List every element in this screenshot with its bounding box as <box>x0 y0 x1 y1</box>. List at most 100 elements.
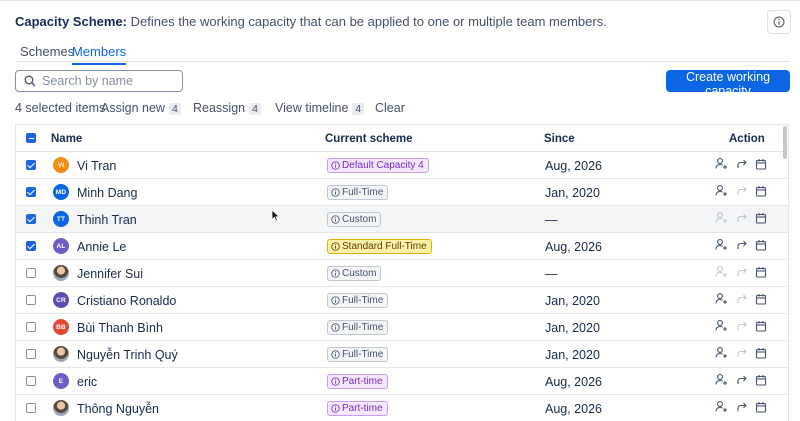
table-row[interactable]: BB Bùi Thanh Bình Full-Time Jan, 2020 <box>16 314 788 341</box>
info-icon <box>331 242 340 251</box>
info-button[interactable] <box>767 10 791 34</box>
reassign-action-button[interactable] <box>735 212 748 226</box>
scrollbar-thumb[interactable] <box>783 126 787 159</box>
create-working-capacity-button[interactable]: Create working capacity <box>666 70 790 98</box>
info-icon <box>331 404 340 413</box>
reassign-action-button[interactable] <box>735 347 748 361</box>
select-all-checkbox[interactable] <box>26 133 36 143</box>
member-name: eric <box>77 375 98 389</box>
timeline-action-button[interactable] <box>754 158 767 172</box>
assign-action-button[interactable] <box>715 374 728 388</box>
clear-button[interactable]: Clear <box>375 101 405 115</box>
redo-arrow-icon <box>736 347 748 362</box>
assign-action-button[interactable] <box>715 320 728 334</box>
scheme-label: Custom <box>342 268 377 279</box>
timeline-action-button[interactable] <box>754 374 767 388</box>
members-table: Name Current scheme Since Action VI Vi T… <box>15 124 789 421</box>
reassign-action-button[interactable] <box>735 320 748 334</box>
assign-action-button[interactable] <box>715 158 728 172</box>
user-plus-icon <box>715 346 728 362</box>
redo-arrow-icon <box>736 293 748 308</box>
view-timeline-button[interactable]: View timeline 4 <box>275 101 365 115</box>
info-icon <box>331 350 340 359</box>
table-row[interactable]: MD Minh Dang Full-Time Jan, 2020 <box>16 179 788 206</box>
scheme-label: Full-Time <box>342 187 384 198</box>
assign-action-button[interactable] <box>715 293 728 307</box>
info-icon <box>331 269 340 278</box>
scheme-badge: Full-Time <box>327 293 389 308</box>
reassign-action-button[interactable] <box>735 185 748 199</box>
calendar-icon <box>755 374 767 389</box>
info-icon <box>331 377 340 386</box>
table-row[interactable]: VI Vi Tran Default Capacity 4 Aug, 2026 <box>16 152 788 179</box>
reassign-action-button[interactable] <box>735 401 748 415</box>
table-row[interactable]: Nguyễn Trinh Quý Full-Time Jan, 2020 <box>16 341 788 368</box>
assign-new-label: Assign new <box>101 101 165 115</box>
timeline-action-button[interactable] <box>754 320 767 334</box>
avatar: MD <box>53 184 69 200</box>
row-checkbox[interactable] <box>26 214 36 224</box>
row-checkbox[interactable] <box>26 160 36 170</box>
timeline-action-button[interactable] <box>754 347 767 361</box>
reassign-action-button[interactable] <box>735 293 748 307</box>
timeline-action-button[interactable] <box>754 401 767 415</box>
row-checkbox[interactable] <box>26 349 36 359</box>
member-name: Thông Nguyễn <box>77 402 160 416</box>
row-checkbox[interactable] <box>26 241 36 251</box>
member-name: Annie Le <box>77 240 127 254</box>
assign-action-button[interactable] <box>715 212 728 226</box>
redo-arrow-icon <box>736 185 748 200</box>
row-checkbox[interactable] <box>26 187 36 197</box>
avatar <box>53 346 69 362</box>
table-row[interactable]: Thông Nguyễn Part-time Aug, 2026 <box>16 395 788 421</box>
timeline-action-button[interactable] <box>754 266 767 280</box>
since-date: Aug, 2026 <box>545 375 602 389</box>
timeline-action-button[interactable] <box>754 293 767 307</box>
reassign-action-button[interactable] <box>735 266 748 280</box>
scheme-label: Full-Time <box>342 349 384 360</box>
avatar: TT <box>53 211 69 227</box>
page-title: Capacity Scheme: <box>15 14 127 29</box>
user-plus-icon <box>715 157 728 173</box>
reassign-action-button[interactable] <box>735 158 748 172</box>
table-row[interactable]: AL Annie Le Standard Full-Time Aug, 2026 <box>16 233 788 260</box>
assign-action-button[interactable] <box>715 185 728 199</box>
assign-action-button[interactable] <box>715 401 728 415</box>
redo-arrow-icon <box>736 158 748 173</box>
calendar-icon <box>755 212 767 227</box>
table-row[interactable]: Jennifer Sui Custom — <box>16 260 788 287</box>
assign-action-button[interactable] <box>715 266 728 280</box>
row-checkbox[interactable] <box>26 268 36 278</box>
reassign-button[interactable]: Reassign 4 <box>193 101 261 115</box>
tab-schemes[interactable]: Schemes <box>20 44 74 63</box>
row-checkbox[interactable] <box>26 322 36 332</box>
row-checkbox[interactable] <box>26 376 36 386</box>
scrollbar[interactable] <box>781 125 789 421</box>
timeline-action-button[interactable] <box>754 239 767 253</box>
user-plus-icon <box>715 184 728 200</box>
column-header-since: Since <box>544 133 575 145</box>
reassign-action-button[interactable] <box>735 374 748 388</box>
reassign-action-button[interactable] <box>735 239 748 253</box>
row-checkbox[interactable] <box>26 295 36 305</box>
avatar: CR <box>53 292 69 308</box>
since-date: Aug, 2026 <box>545 240 602 254</box>
redo-arrow-icon <box>736 374 748 389</box>
table-row[interactable]: E eric Part-time Aug, 2026 <box>16 368 788 395</box>
redo-arrow-icon <box>736 266 748 281</box>
search-input[interactable] <box>42 74 172 88</box>
table-row[interactable]: CR Cristiano Ronaldo Full-Time Jan, 2020 <box>16 287 788 314</box>
assign-action-button[interactable] <box>715 347 728 361</box>
timeline-action-button[interactable] <box>754 212 767 226</box>
table-header: Name Current scheme Since Action <box>16 125 788 152</box>
assign-action-button[interactable] <box>715 239 728 253</box>
view-timeline-label: View timeline <box>275 101 349 115</box>
tab-members[interactable]: Members <box>72 44 127 65</box>
tab-bar: Schemes Members <box>15 40 790 65</box>
table-row[interactable]: TT Thinh Tran Custom — <box>16 206 788 233</box>
search-box[interactable] <box>15 70 183 92</box>
timeline-action-button[interactable] <box>754 185 767 199</box>
assign-new-button[interactable]: Assign new 4 <box>101 101 181 115</box>
user-plus-icon <box>715 265 728 281</box>
row-checkbox[interactable] <box>26 403 36 413</box>
